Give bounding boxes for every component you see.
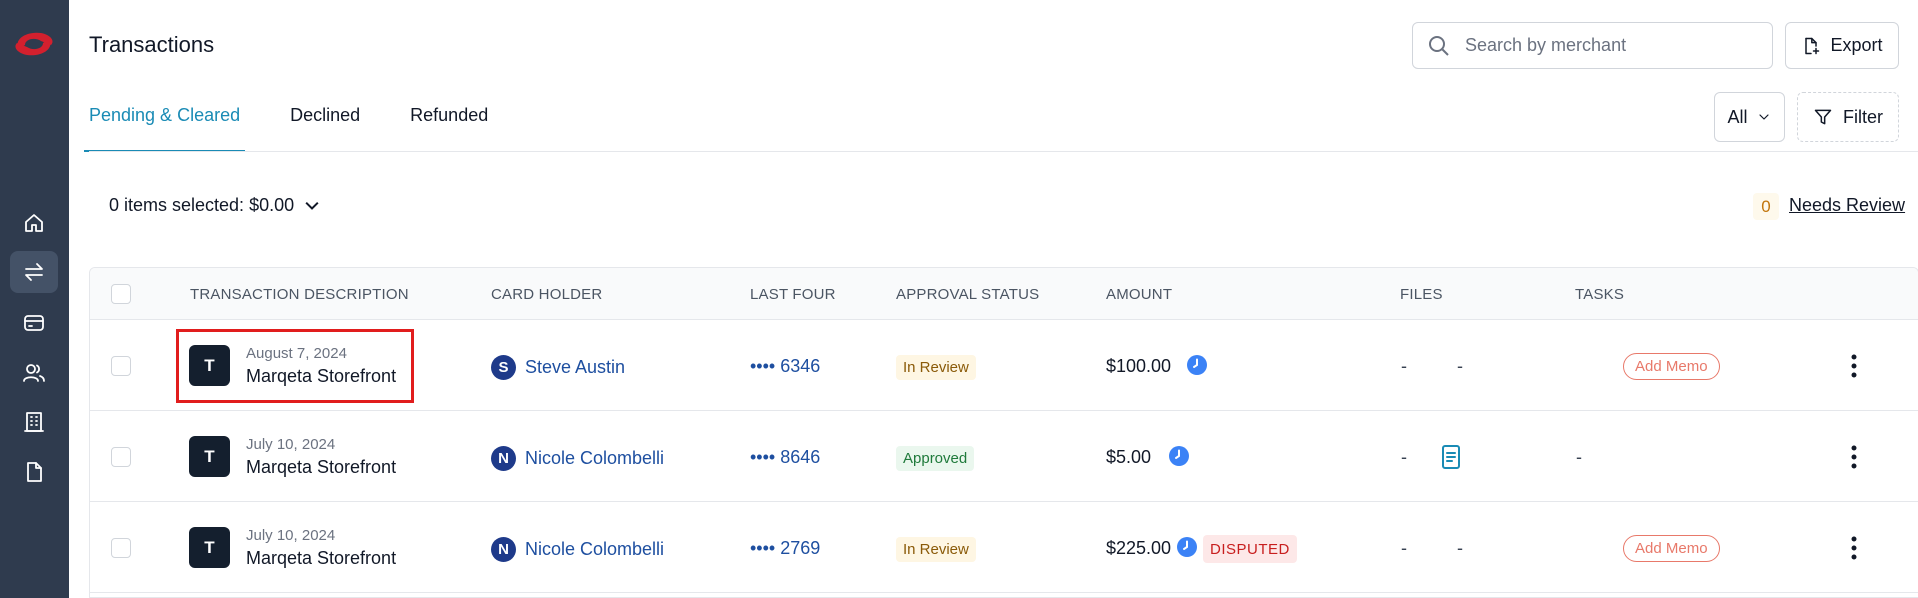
nav-users-icon[interactable] [10, 352, 58, 394]
holder-initial-avatar: N [491, 537, 516, 562]
table-row[interactable]: T August 7, 2024 Marqeta Storefront S St… [90, 320, 1918, 411]
clock-icon [1187, 355, 1207, 375]
last-four-link[interactable]: •••• 8646 [750, 447, 820, 468]
holder-name: Nicole Colombelli [525, 448, 665, 468]
column-header-amount[interactable]: AMOUNT [1106, 286, 1172, 303]
files-attachment-empty: - [1457, 538, 1463, 558]
export-label: Export [1830, 35, 1883, 55]
table-row[interactable]: T July 10, 2024 Marqeta Storefront N Nic… [90, 502, 1918, 593]
nav-home-icon[interactable] [10, 202, 58, 244]
column-header-tasks[interactable]: TASKS [1575, 286, 1624, 303]
holder-initial-avatar: N [491, 446, 516, 471]
card-holder-link[interactable]: S Steve Austin [491, 355, 625, 380]
nav-card-icon[interactable] [10, 302, 58, 344]
merchant-avatar: T [189, 436, 230, 477]
filter-icon [1814, 109, 1832, 125]
amount-value: $225.00 [1106, 538, 1172, 558]
chevron-down-icon [1758, 114, 1769, 120]
status-badge: Approved [896, 446, 975, 471]
more-options-icon[interactable] [1844, 533, 1864, 563]
disputed-badge: DISPUTED [1203, 535, 1297, 563]
add-memo-button[interactable]: Add Memo [1623, 353, 1720, 380]
nav-document-icon[interactable] [10, 451, 58, 493]
card-holder-link[interactable]: N Nicole Colombelli [491, 446, 664, 471]
selection-highlight-box [176, 329, 414, 403]
merchant-avatar: T [189, 527, 230, 568]
column-header-last-four[interactable]: LAST FOUR [750, 286, 836, 303]
more-options-icon[interactable] [1844, 351, 1864, 381]
merchant-name: Marqeta Storefront [246, 457, 397, 477]
row-checkbox[interactable] [111, 538, 131, 558]
transaction-date: July 10, 2024 [246, 436, 336, 453]
selection-label: 0 items selected: $0.00 [109, 195, 295, 215]
column-header-description[interactable]: TRANSACTION DESCRIPTION [190, 286, 409, 303]
needs-review-count: 0 [1753, 193, 1779, 220]
tasks-empty: - [1576, 447, 1582, 467]
table-header: TRANSACTION DESCRIPTION CARD HOLDER LAST… [90, 268, 1918, 320]
column-header-card-holder[interactable]: CARD HOLDER [491, 286, 602, 303]
nav-transactions-icon[interactable] [10, 251, 58, 293]
export-button[interactable]: Export [1785, 22, 1899, 69]
filter-label: Filter [1843, 106, 1883, 127]
brand-logo-icon[interactable] [11, 27, 57, 61]
last-four-link[interactable]: •••• 6346 [750, 356, 820, 377]
merchant-name: Marqeta Storefront [246, 548, 397, 568]
clock-icon [1177, 537, 1197, 557]
files-receipt-empty: - [1401, 356, 1407, 376]
files-receipt-empty: - [1401, 447, 1407, 467]
status-badge: In Review [896, 355, 976, 380]
tab-bar: Pending & Cleared Declined Refunded [83, 105, 538, 152]
all-dropdown[interactable]: All [1714, 92, 1785, 142]
clock-icon [1169, 446, 1189, 466]
column-header-approval-status[interactable]: APPROVAL STATUS [896, 286, 1039, 303]
files-attachment-empty: - [1457, 356, 1463, 376]
export-file-icon [1805, 37, 1820, 54]
tab-declined[interactable]: Declined [290, 105, 360, 152]
holder-name: Steve Austin [525, 357, 626, 377]
column-header-files[interactable]: FILES [1400, 286, 1443, 303]
tab-pending-cleared[interactable]: Pending & Cleared [83, 105, 246, 152]
transaction-date: July 10, 2024 [246, 527, 336, 544]
add-memo-button[interactable]: Add Memo [1623, 535, 1720, 562]
holder-initial-avatar: S [491, 355, 516, 380]
all-dropdown-label: All [1727, 106, 1748, 127]
search-icon [1429, 35, 1449, 56]
filter-button[interactable]: Filter [1797, 92, 1899, 142]
amount-value: $5.00 [1106, 447, 1152, 467]
sidebar [0, 0, 69, 598]
more-options-icon[interactable] [1844, 442, 1864, 472]
holder-name: Nicole Colombelli [525, 539, 665, 559]
row-checkbox[interactable] [111, 447, 131, 467]
tab-refunded[interactable]: Refunded [410, 105, 488, 152]
main-content: Transactions Export Pending & Cleared De… [69, 0, 1918, 598]
last-four-link[interactable]: •••• 2769 [750, 538, 820, 559]
nav-building-icon[interactable] [10, 401, 58, 443]
search-input[interactable] [1465, 35, 1755, 56]
row-checkbox[interactable] [111, 356, 131, 376]
card-holder-link[interactable]: N Nicole Colombelli [491, 537, 664, 562]
files-receipt-empty: - [1401, 538, 1407, 558]
amount-value: $100.00 [1106, 356, 1172, 376]
selection-summary[interactable]: 0 items selected: $0.00 [109, 195, 322, 216]
select-all-checkbox[interactable] [111, 284, 131, 304]
transactions-table: TRANSACTION DESCRIPTION CARD HOLDER LAST… [89, 267, 1918, 598]
chevron-down-icon [305, 201, 319, 210]
needs-review-link[interactable]: Needs Review [1789, 195, 1905, 216]
tabs-divider [89, 151, 1918, 152]
status-badge: In Review [896, 537, 976, 562]
search-box[interactable] [1412, 22, 1773, 69]
receipt-file-icon[interactable] [1440, 444, 1462, 470]
table-row[interactable]: T July 10, 2024 Marqeta Storefront N Nic… [90, 411, 1918, 502]
page-title: Transactions [89, 32, 215, 57]
